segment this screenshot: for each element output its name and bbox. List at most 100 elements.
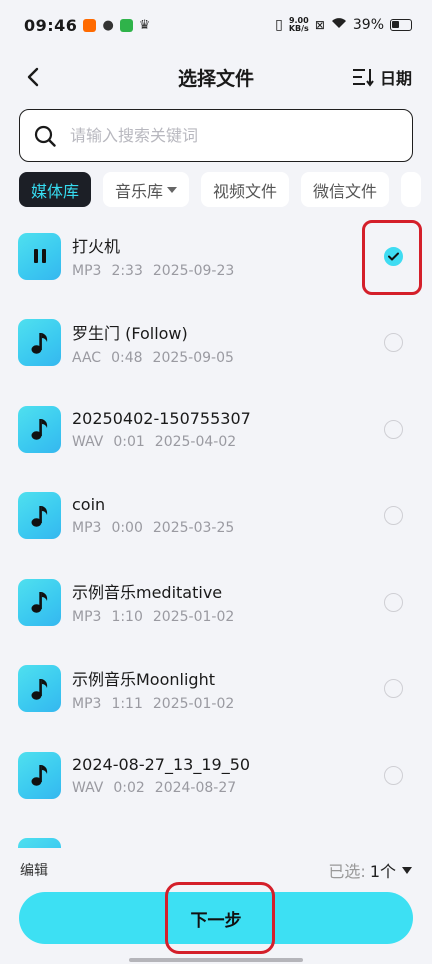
file-row[interactable]: 20250402-150755307 WAV 0:01 2025-04-02: [0, 386, 432, 473]
audio-thumbnail[interactable]: [18, 751, 61, 799]
select-checkbox[interactable]: [384, 506, 403, 526]
tab-more[interactable]: [401, 172, 422, 207]
file-date: 2025-09-23: [152, 263, 235, 280]
pause-button[interactable]: [18, 232, 61, 280]
home-indicator[interactable]: [129, 958, 303, 962]
select-checkbox[interactable]: [384, 592, 403, 612]
bottom-bar: 编辑 已选: 1个 下一步: [0, 848, 432, 964]
status-time: 09:46: [24, 15, 78, 35]
select-checkbox[interactable]: [384, 679, 403, 699]
status-bar: 09:46 ● ♛ ▯ 9.00 KB/s ⊠ 39%: [0, 0, 432, 50]
audio-thumbnail[interactable]: [18, 578, 61, 626]
select-checkbox[interactable]: [384, 246, 403, 266]
file-row[interactable]: 示例音乐meditative MP3 1:10 2025-01-02: [0, 559, 432, 646]
file-format: MP3: [72, 263, 102, 280]
back-button[interactable]: [18, 62, 48, 92]
wechat-icon: ●: [102, 17, 114, 33]
page-title: 选择文件: [177, 67, 254, 90]
file-row[interactable]: 打火机 MP3 2:33 2025-09-23: [0, 213, 432, 300]
selected-count-dropdown[interactable]: 已选: 1个: [328, 858, 412, 882]
file-name: 打火机: [72, 237, 121, 257]
file-format: MP3: [72, 695, 102, 712]
music-note-icon: [30, 590, 50, 614]
sort-button[interactable]: 日期: [352, 62, 412, 92]
file-name: 20250402-150755307: [72, 408, 251, 428]
file-meta: WAV 0:01 2025-04-02: [72, 434, 251, 450]
file-duration: 0:01: [113, 433, 145, 450]
music-note-icon: [30, 331, 50, 355]
file-info: 2024-08-27_13_19_50 WAV 0:02 2024-08-27: [72, 755, 250, 796]
vibrate-icon: ▯: [275, 17, 283, 33]
sort-label: 日期: [379, 69, 412, 88]
crown-icon: ♛: [138, 17, 151, 33]
file-info: coin MP3 0:00 2025-03-25: [72, 495, 234, 536]
file-meta: MP3 1:10 2025-01-02: [72, 609, 234, 625]
file-date: 2025-01-02: [152, 695, 235, 712]
chevron-left-icon: [27, 67, 39, 87]
select-checkbox[interactable]: [384, 333, 403, 353]
file-info: 打火机 MP3 2:33 2025-09-23: [72, 233, 234, 279]
checkmark-icon: [388, 252, 399, 261]
file-format: MP3: [72, 520, 102, 537]
caret-down-icon: [167, 186, 178, 193]
file-name: 示例音乐Moonlight: [72, 669, 215, 689]
file-row[interactable]: 罗生门 (Follow) AAC 0:48 2025-09-05: [0, 300, 432, 387]
select-checkbox[interactable]: [384, 765, 403, 785]
file-date: 2025-01-02: [152, 609, 235, 626]
file-meta: MP3 2:33 2025-09-23: [72, 263, 234, 279]
selected-count: 1个: [369, 862, 396, 881]
audio-thumbnail[interactable]: [18, 319, 61, 367]
search-bar[interactable]: [19, 109, 413, 162]
file-date: 2024-08-27: [154, 779, 237, 796]
file-info: 罗生门 (Follow) AAC 0:48 2025-09-05: [72, 320, 234, 366]
file-name: 罗生门 (Follow): [72, 323, 188, 343]
file-duration: 1:11: [111, 695, 143, 712]
tab-music-library[interactable]: 音乐库: [103, 172, 190, 207]
file-info: 20250402-150755307 WAV 0:01 2025-04-02: [72, 409, 251, 450]
audio-thumbnail[interactable]: [18, 492, 61, 540]
file-row[interactable]: coin MP3 0:00 2025-03-25: [0, 473, 432, 560]
search-input[interactable]: [70, 126, 370, 145]
sort-icon: [352, 69, 374, 87]
file-info: 示例音乐meditative MP3 1:10 2025-01-02: [72, 579, 234, 625]
select-checkbox[interactable]: [384, 419, 403, 439]
file-name: 2024-08-27_13_19_50: [72, 754, 251, 774]
tab-wechat-files[interactable]: 微信文件: [301, 172, 390, 207]
selected-label: 已选:: [328, 862, 366, 881]
app-notification-icon: [119, 18, 133, 32]
file-name: coin: [72, 495, 106, 515]
file-date: 2025-09-05: [152, 349, 234, 366]
edit-button[interactable]: 编辑: [20, 860, 48, 880]
file-date: 2025-03-25: [152, 520, 235, 537]
wifi-icon: [331, 17, 347, 33]
file-format: MP3: [72, 609, 102, 626]
battery-percent: 39%: [352, 17, 384, 33]
net-speed: 9.00 KB/s: [288, 16, 309, 33]
tab-video-files[interactable]: 视频文件: [201, 172, 290, 207]
next-step-button[interactable]: 下一步: [19, 892, 413, 944]
music-note-icon: [30, 417, 50, 441]
audio-thumbnail[interactable]: [18, 665, 61, 713]
file-row[interactable]: 示例音乐Moonlight MP3 1:11 2025-01-02: [0, 646, 432, 733]
file-format: AAC: [72, 349, 102, 366]
music-note-icon: [30, 763, 50, 787]
file-meta: WAV 0:02 2024-08-27: [72, 780, 250, 796]
caret-down-icon: [402, 866, 412, 874]
search-icon: [34, 125, 56, 147]
pause-icon: [31, 247, 49, 265]
sim-off-icon: ⊠: [314, 18, 325, 32]
battery-icon: [390, 19, 412, 31]
music-note-icon: [30, 677, 50, 701]
taobao-app-icon: [83, 18, 97, 32]
header: 选择文件 日期: [0, 54, 432, 100]
file-row[interactable]: 2024-08-27_13_19_50 WAV 0:02 2024-08-27: [0, 732, 432, 819]
tab-media-library[interactable]: 媒体库: [19, 172, 92, 207]
file-duration: 0:48: [111, 349, 143, 366]
category-tabs: 媒体库 音乐库 视频文件 微信文件: [19, 172, 432, 208]
file-format: WAV: [72, 779, 104, 796]
file-date: 2025-04-02: [154, 433, 237, 450]
audio-thumbnail[interactable]: [18, 405, 61, 453]
file-info: 示例音乐Moonlight MP3 1:11 2025-01-02: [72, 666, 234, 712]
file-duration: 2:33: [111, 263, 143, 280]
file-name: 示例音乐meditative: [72, 583, 223, 603]
